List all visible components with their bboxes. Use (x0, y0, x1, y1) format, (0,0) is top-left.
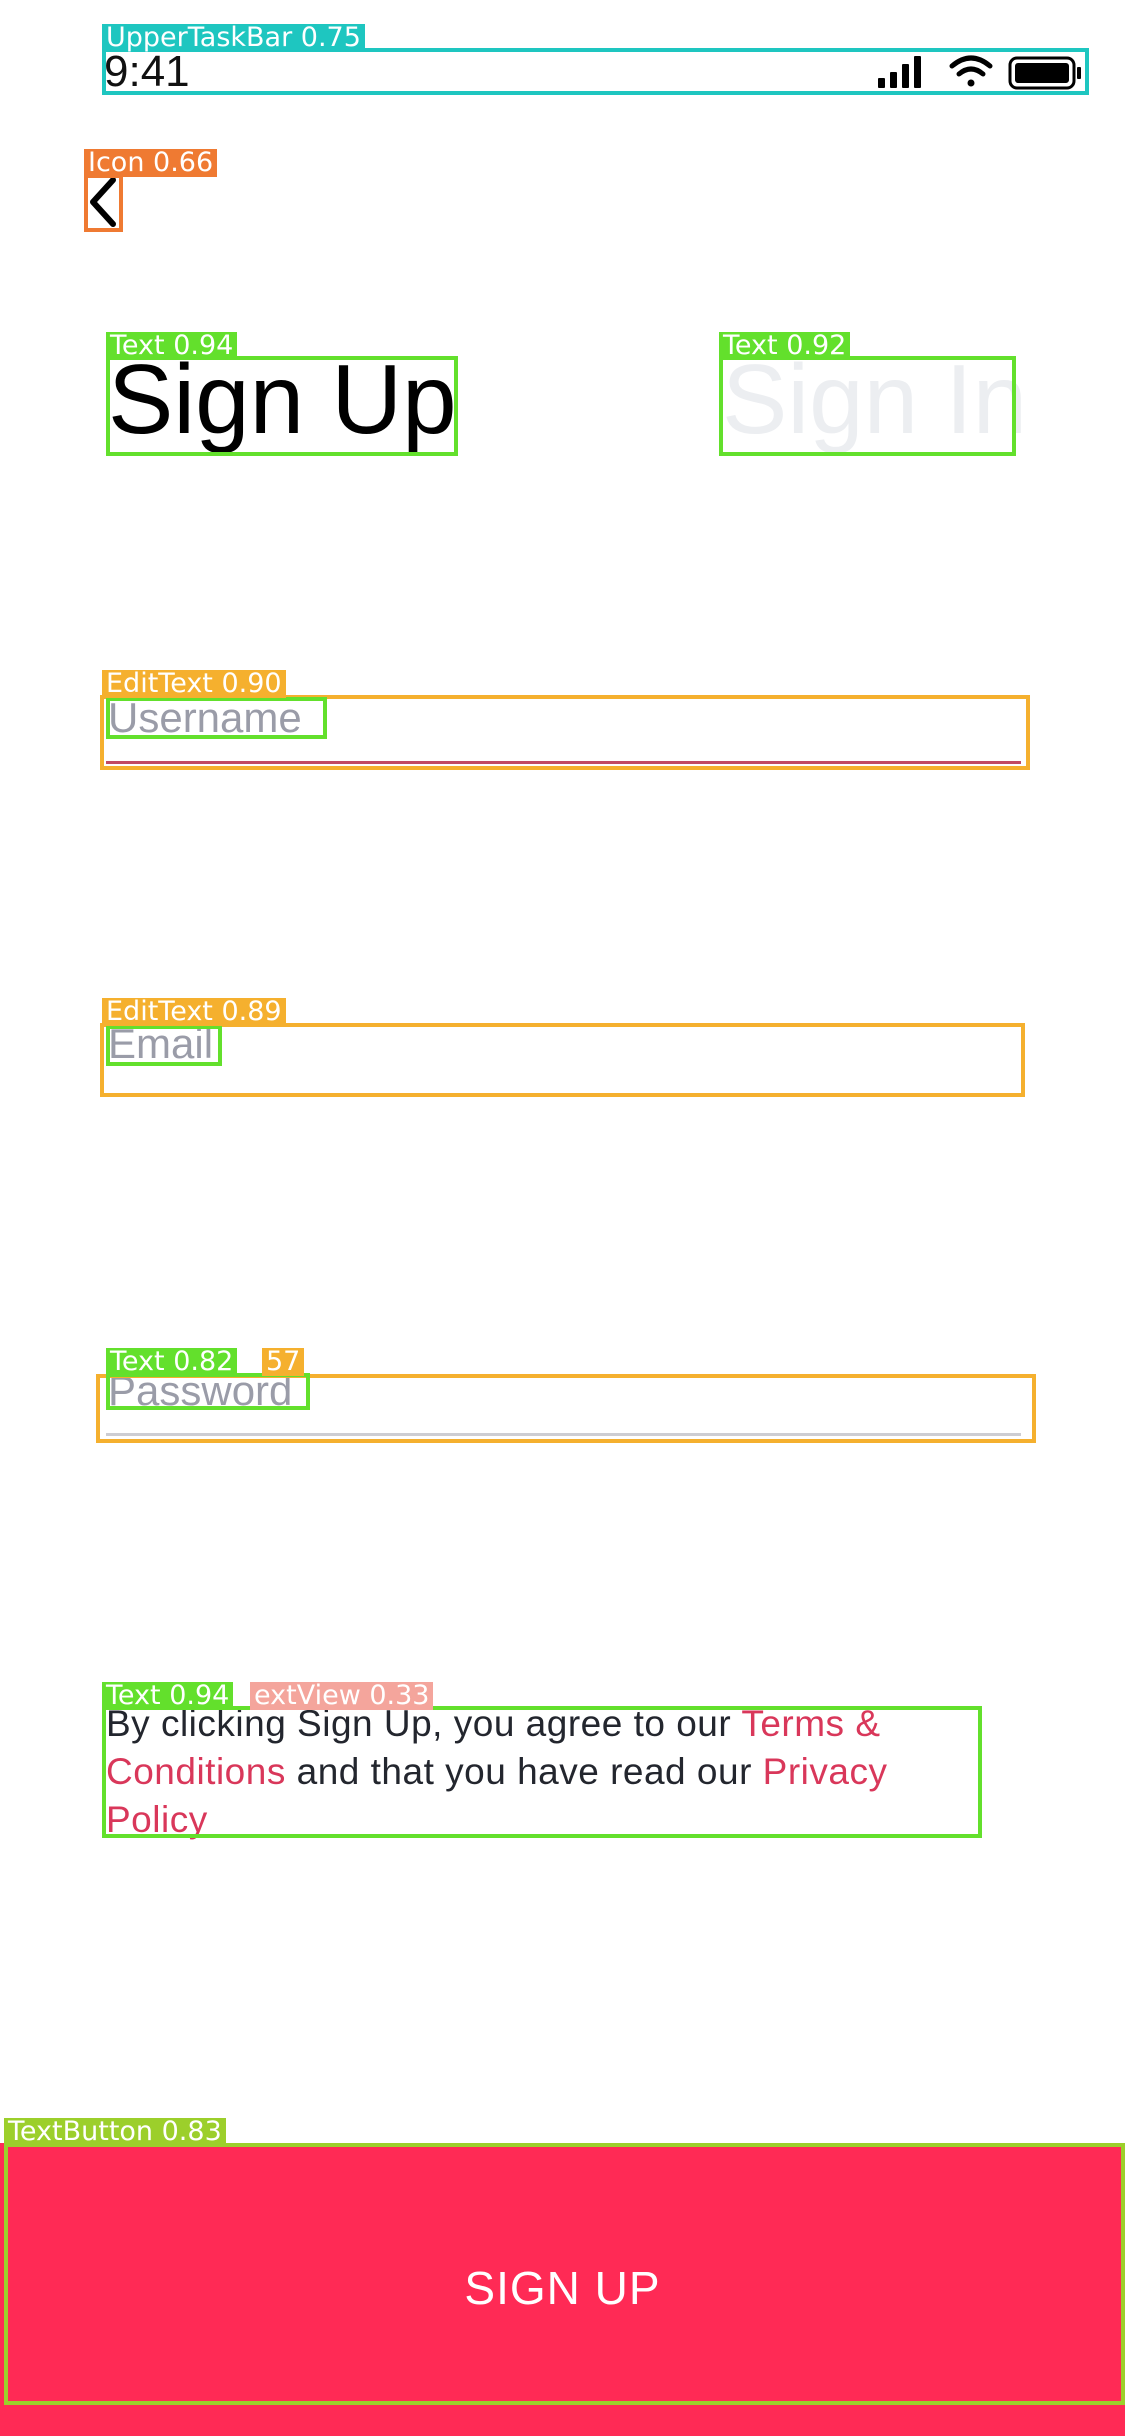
annotation-label-password: Text 0.82 (106, 1348, 238, 1376)
annotation-label-password-fragment: 57 (262, 1348, 305, 1376)
annotation-box-uppertaskbar (102, 48, 1089, 95)
annotation-label-text-sign-in: Text 0.92 (719, 332, 851, 360)
annotation-box-email (100, 1023, 1025, 1097)
annotation-label-text-sign-up: Text 0.94 (106, 332, 238, 360)
annotation-label-email: EditText 0.89 (102, 998, 286, 1026)
screen: 9:41 Sign Up Sign In Username Email Pass… (0, 0, 1125, 2436)
annotation-box-username-text (106, 697, 327, 739)
annotation-box-signup-button (4, 2143, 1125, 2405)
annotation-box-icon (84, 174, 123, 232)
annotation-label-terms: Text 0.94 (102, 1682, 234, 1710)
annotation-label-signup-button: TextButton 0.83 (4, 2118, 226, 2146)
annotation-label-uppertaskbar: UpperTaskBar 0.75 (102, 24, 365, 52)
annotation-label-icon: Icon 0.66 (84, 149, 218, 177)
annotation-label-terms-textview: extView 0.33 (250, 1682, 434, 1710)
annotation-box-text-sign-up (106, 356, 458, 456)
annotation-box-terms (102, 1706, 982, 1838)
annotation-label-username: EditText 0.90 (102, 670, 286, 698)
annotation-box-text-sign-in (719, 356, 1016, 456)
annotation-box-email-text (106, 1025, 222, 1066)
annotation-box-password-text (106, 1373, 310, 1410)
